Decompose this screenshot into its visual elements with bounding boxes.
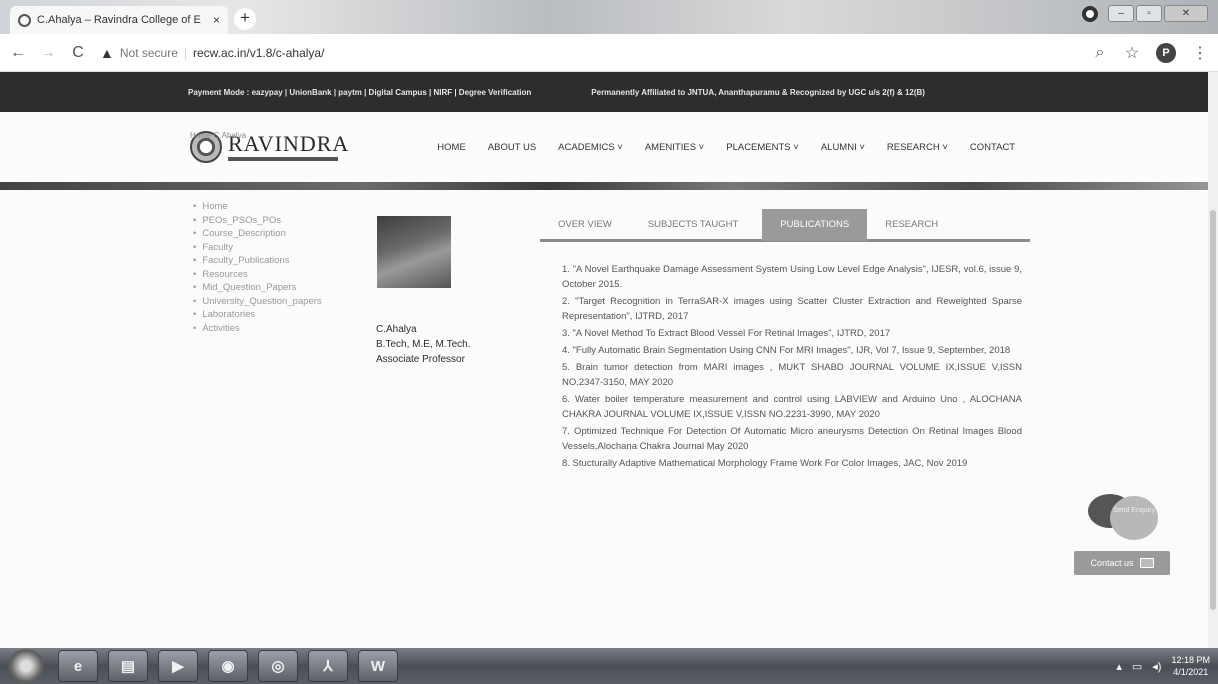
not-secure-label: Not secure xyxy=(119,45,178,60)
back-arrow-icon[interactable]: ← xyxy=(10,44,26,62)
system-tray: ▴ ▭ ◂) 12:18 PM 4/1/2021 xyxy=(1116,654,1210,678)
minimize-button[interactable]: – xyxy=(1108,5,1134,22)
faculty-designation: Associate Professor xyxy=(376,354,465,365)
sidebar-item-activities[interactable]: Activities xyxy=(193,322,322,336)
faculty-name: C.Ahalya xyxy=(376,324,417,335)
start-button[interactable] xyxy=(8,649,44,683)
publication-item: 5. Brain tumor detection from MARI image… xyxy=(562,362,1022,388)
pdf-reader-icon[interactable]: ⅄ xyxy=(308,650,348,682)
publication-item: 2. "Target Recognition in TerraSAR-X ima… xyxy=(562,296,1022,322)
hero-banner-strip xyxy=(0,182,1218,190)
nav-about-us[interactable]: ABOUT US xyxy=(488,142,536,153)
faculty-qualification: B.Tech, M.E, M.Tech. xyxy=(376,339,471,350)
volume-icon[interactable]: ◂) xyxy=(1152,660,1161,673)
main-nav: HOME ABOUT US ACADEMICS ˅ AMENITIES ˅ PL… xyxy=(437,142,1015,153)
chat-widget[interactable]: Send Enquiry xyxy=(1088,490,1160,542)
profile-avatar[interactable]: P xyxy=(1156,42,1176,63)
mail-icon xyxy=(1139,558,1154,568)
contact-us-button[interactable]: Contact us xyxy=(1074,551,1170,575)
sidebar-item-resources[interactable]: Resources xyxy=(193,268,322,282)
info-top-bar: Payment Mode : eazypay | UnionBank | pay… xyxy=(0,72,1218,112)
system-clock[interactable]: 12:18 PM 4/1/2021 xyxy=(1171,654,1210,678)
globe-icon xyxy=(18,13,31,27)
menu-dots-icon[interactable]: ⋮ xyxy=(1192,43,1208,63)
toolbar-actions: ⌕ ☆ P ⋮ xyxy=(1092,42,1208,63)
publication-item: 7. Optimized Technique For Detection Of … xyxy=(562,426,1022,452)
nav-alumni[interactable]: ALUMNI ˅ xyxy=(821,142,865,153)
contact-us-label: Contact us xyxy=(1090,558,1134,568)
file-explorer-icon[interactable]: ▤ xyxy=(108,650,148,682)
profile-tabs: OVER VIEW SUBJECTS TAUGHT PUBLICATIONS R… xyxy=(540,208,1030,242)
close-tab-icon[interactable]: × xyxy=(213,13,220,27)
browser-tab-strip: C.Ahalya – Ravindra College of E × + – ▫… xyxy=(0,0,1218,34)
sidebar-item-faculty[interactable]: Faculty xyxy=(193,241,322,255)
chrome-profile-icon[interactable] xyxy=(1082,5,1098,22)
breadcrumb[interactable]: Home C.Ahalya xyxy=(190,131,246,140)
sidebar-item-university-question-papers[interactable]: University_Question_papers xyxy=(193,295,321,309)
bookmark-star-icon[interactable]: ☆ xyxy=(1124,43,1140,63)
publications-list: 1. "A Novel Earthquake Damage Assessment… xyxy=(562,262,1022,473)
faculty-photo xyxy=(377,216,451,288)
chrome-icon[interactable]: ◎ xyxy=(258,650,298,682)
tab-research[interactable]: RESEARCH xyxy=(867,209,956,241)
clock-time: 12:18 PM xyxy=(1171,655,1210,665)
nav-placements[interactable]: PLACEMENTS ˅ xyxy=(726,142,799,153)
sidebar-item-peos[interactable]: PEOs_PSOs_POs xyxy=(193,214,322,228)
maximize-button[interactable]: ▫ xyxy=(1136,5,1162,22)
tray-expand-icon[interactable]: ▴ xyxy=(1116,660,1122,673)
sidebar-item-home[interactable]: Home xyxy=(193,200,322,214)
url-divider: | xyxy=(183,45,188,60)
warning-triangle-icon[interactable]: ▲ xyxy=(100,45,114,61)
faculty-details: C.Ahalya B.Tech, M.E, M.Tech. Associate … xyxy=(376,322,470,367)
firefox-icon[interactable]: ◉ xyxy=(208,650,248,682)
payment-links[interactable]: Payment Mode : eazypay | UnionBank | pay… xyxy=(188,88,531,97)
tab-title: C.Ahalya – Ravindra College of E xyxy=(37,14,201,26)
department-sidebar: Home PEOs_PSOs_POs Course_Description Fa… xyxy=(193,200,322,336)
nav-academics[interactable]: ACADEMICS ˅ xyxy=(558,142,623,153)
nav-contact[interactable]: CONTACT xyxy=(970,142,1015,153)
scrollbar-thumb[interactable] xyxy=(1210,210,1216,610)
publication-item: 6. Water boiler temperature measurement … xyxy=(562,394,1022,420)
publication-item: 3. "A Novel Method To Extract Blood Vess… xyxy=(562,328,891,339)
sidebar-item-course-description[interactable]: Course_Description xyxy=(193,227,322,241)
logo-name: RAVINDRA xyxy=(228,131,350,156)
forward-arrow-icon[interactable]: → xyxy=(40,44,56,62)
internet-explorer-icon[interactable]: e xyxy=(58,650,98,682)
sidebar-item-mid-question-papers[interactable]: Mid_Question_Papers xyxy=(193,281,322,295)
windows-taskbar: e ▤ ▶ ◉ ◎ ⅄ W ▴ ▭ ◂) 12:18 PM 4/1/2021 xyxy=(0,648,1218,684)
nav-home[interactable]: HOME xyxy=(437,142,466,153)
browser-toolbar: ← → C ▲ Not secure | recw.ac.in/v1.8/c-a… xyxy=(0,34,1218,72)
word-icon[interactable]: W xyxy=(358,650,398,682)
address-bar[interactable]: ▲ Not secure | recw.ac.in/v1.8/c-ahalya/ xyxy=(100,45,324,61)
sidebar-item-laboratories[interactable]: Laboratories xyxy=(193,308,322,322)
nav-amenities[interactable]: AMENITIES ˅ xyxy=(645,142,704,153)
sidebar-item-faculty-publications[interactable]: Faculty_Publications xyxy=(193,254,322,268)
close-window-button[interactable]: ✕ xyxy=(1164,5,1208,22)
clock-date: 4/1/2021 xyxy=(1173,667,1209,677)
publication-item: 1. "A Novel Earthquake Damage Assessment… xyxy=(562,264,1022,290)
reload-icon[interactable]: C xyxy=(70,44,86,62)
network-icon[interactable]: ▭ xyxy=(1132,660,1142,673)
media-player-icon[interactable]: ▶ xyxy=(158,650,198,682)
taskbar-apps: e ▤ ▶ ◉ ◎ ⅄ W xyxy=(58,650,398,682)
logo-subtitle-strip xyxy=(228,157,338,161)
zoom-icon[interactable]: ⌕ xyxy=(1092,44,1108,62)
affiliation-text: Permanently Affiliated to JNTUA, Anantha… xyxy=(591,87,925,97)
window-controls: – ▫ ✕ xyxy=(1082,5,1208,22)
tab-overview[interactable]: OVER VIEW xyxy=(540,209,630,241)
tab-publications[interactable]: PUBLICATIONS xyxy=(762,208,868,241)
site-header: RAVINDRA HOME ABOUT US ACADEMICS ˅ AMENI… xyxy=(0,112,1218,182)
nav-research[interactable]: RESEARCH ˅ xyxy=(887,142,948,153)
publication-item: 4. "Fully Automatic Brain Segmentation U… xyxy=(562,345,1011,356)
url-text[interactable]: recw.ac.in/v1.8/c-ahalya/ xyxy=(193,46,324,60)
tab-subjects-taught[interactable]: SUBJECTS TAUGHT xyxy=(630,209,756,241)
new-tab-button[interactable]: + xyxy=(234,8,256,30)
publication-item: 8. Stucturally Adaptive Mathematical Mor… xyxy=(562,458,968,469)
browser-tab[interactable]: C.Ahalya – Ravindra College of E × xyxy=(10,6,228,34)
send-enquiry-bubble[interactable]: Send Enquiry xyxy=(1110,496,1158,540)
